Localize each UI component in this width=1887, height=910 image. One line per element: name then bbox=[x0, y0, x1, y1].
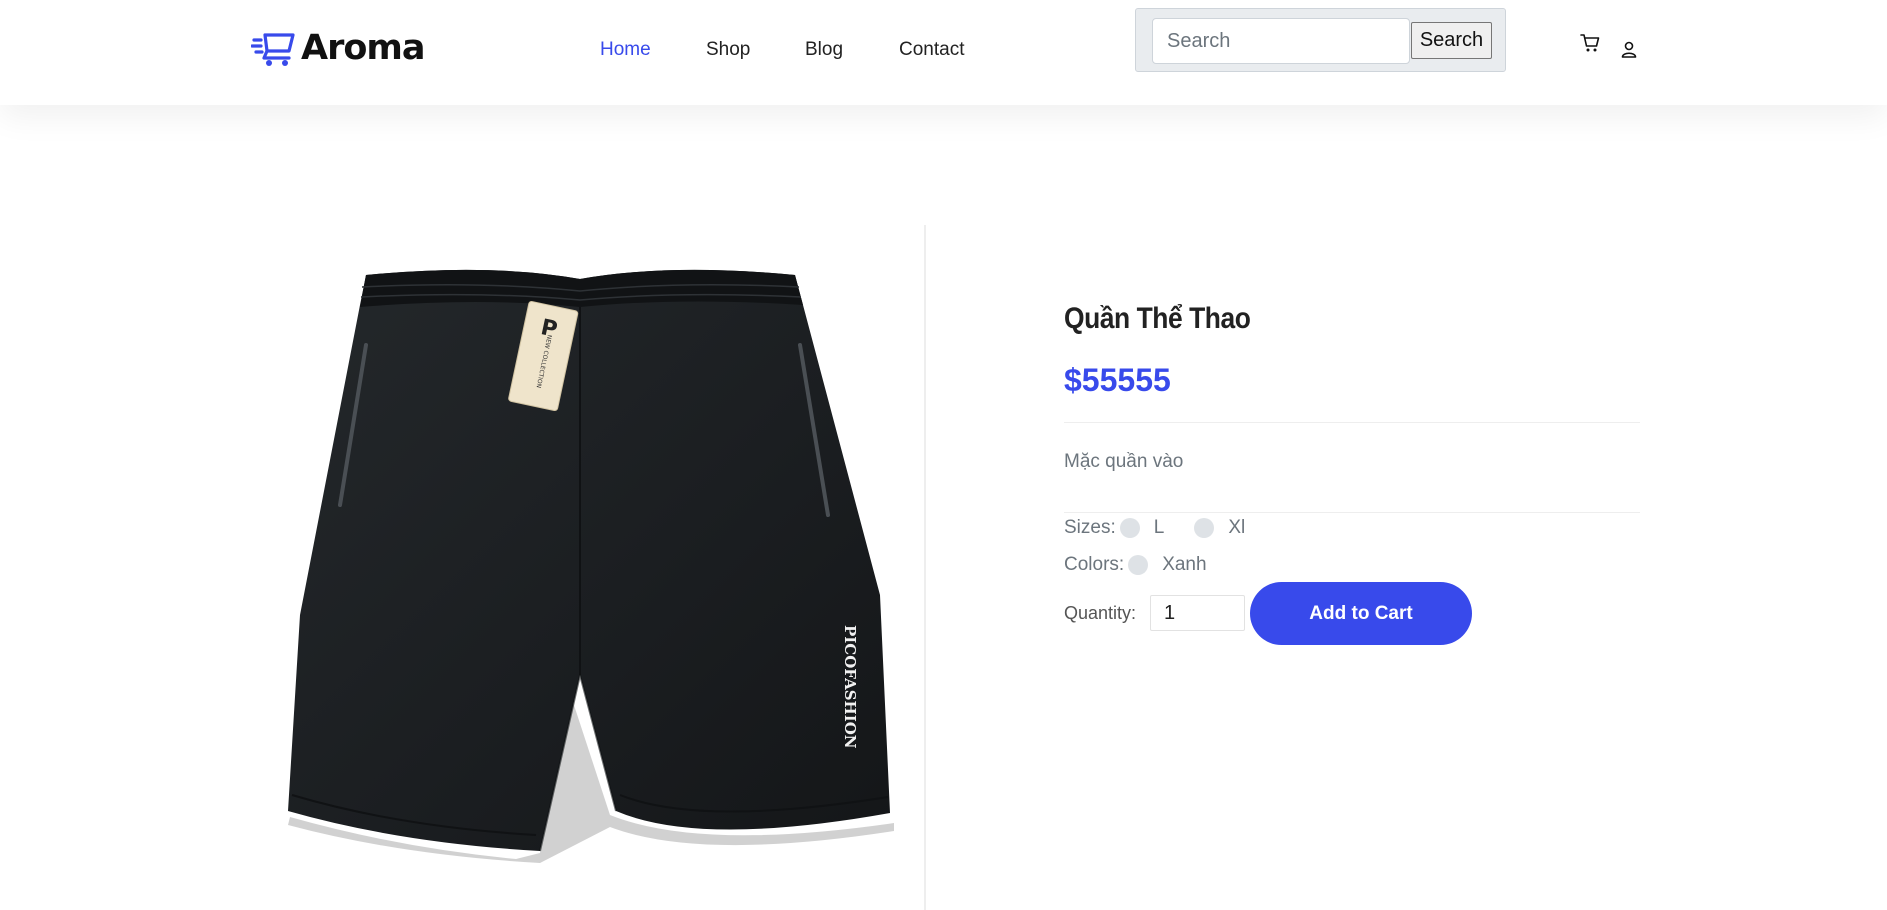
leg-print-text: PICOFASHION bbox=[841, 625, 859, 749]
quantity-input[interactable] bbox=[1150, 595, 1245, 631]
nav-item-contact[interactable]: Contact bbox=[899, 38, 964, 62]
add-to-cart-button[interactable]: Add to Cart bbox=[1250, 582, 1472, 645]
size-radio-l[interactable] bbox=[1119, 518, 1140, 538]
user-icon[interactable] bbox=[1621, 41, 1637, 58]
cart-icon[interactable] bbox=[1580, 33, 1600, 53]
color-option-xanh: Xanh bbox=[1162, 554, 1207, 575]
brand-logo[interactable]: Aroma bbox=[251, 26, 425, 70]
nav-item-home[interactable]: Home bbox=[600, 38, 651, 62]
size-radio-xl[interactable] bbox=[1194, 518, 1215, 538]
colors-row: Colors: Xanh bbox=[1064, 553, 1233, 577]
nav-item-blog[interactable]: Blog bbox=[805, 38, 843, 62]
sizes-label: Sizes: bbox=[1064, 517, 1116, 538]
divider bbox=[1064, 422, 1640, 423]
size-option-l: L bbox=[1153, 517, 1165, 538]
sizes-row: Sizes: L Xl bbox=[1064, 516, 1271, 540]
color-radio-xanh[interactable] bbox=[1128, 555, 1149, 575]
search-button[interactable]: Search bbox=[1411, 22, 1492, 59]
search-form: Search bbox=[1135, 8, 1506, 72]
product-image: P NEW COLLECTION PICOFASHION bbox=[288, 269, 894, 863]
colors-label: Colors: bbox=[1064, 554, 1125, 575]
site-header: Aroma Home Shop Blog Contact Search bbox=[0, 0, 1887, 105]
size-option-xl: Xl bbox=[1228, 517, 1246, 538]
product-description: Mặc quần vào bbox=[1064, 451, 1184, 472]
product-title: Quần Thể Thao bbox=[1064, 302, 1251, 335]
quantity-label: Quantity: bbox=[1064, 603, 1137, 623]
nav-item-shop[interactable]: Shop bbox=[706, 38, 750, 62]
content-divider bbox=[924, 225, 926, 910]
product-price: $55555 bbox=[1064, 362, 1171, 398]
search-input[interactable] bbox=[1152, 18, 1410, 64]
divider bbox=[1064, 512, 1640, 513]
shopping-cart-speed-icon bbox=[251, 33, 295, 66]
brand-name: Aroma bbox=[301, 28, 425, 68]
